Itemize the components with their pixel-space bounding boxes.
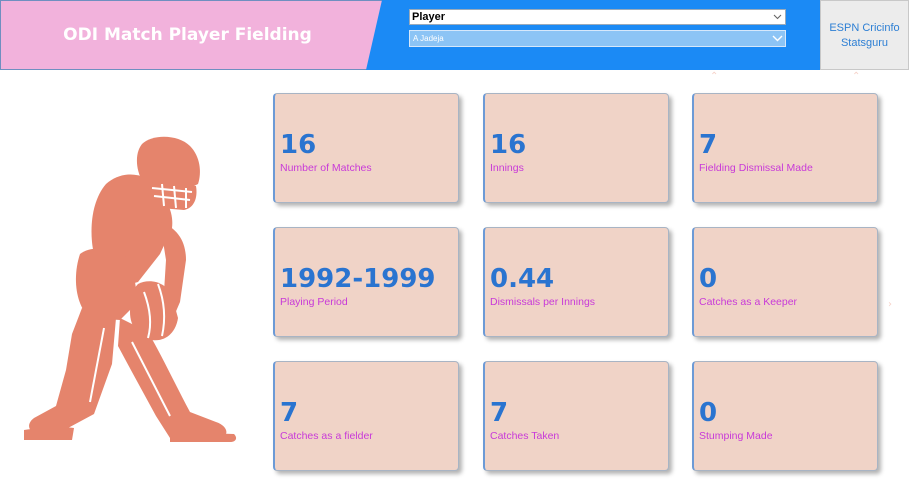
- kpi-label: Number of Matches: [280, 162, 372, 174]
- kpi-value: 0.44: [490, 264, 555, 294]
- decorative-mark: ⌃: [852, 71, 861, 82]
- kpi-value: 16: [490, 130, 527, 160]
- kpi-value: 16: [280, 130, 317, 160]
- kpi-label: Catches as a Keeper: [699, 296, 798, 308]
- link-line-2: Statsguru: [840, 37, 889, 49]
- kpi-card-catches-keeper: 0 Catches as a Keeper: [692, 227, 878, 337]
- player-select[interactable]: A Jadeja: [409, 30, 786, 47]
- kpi-card-matches: 16 Number of Matches: [273, 93, 459, 203]
- link-line-1: ESPN Cricinfo: [829, 22, 900, 34]
- field-select-value: Player: [412, 11, 446, 23]
- decorative-mark: ⌃: [710, 71, 719, 82]
- kpi-value: 1992-1999: [280, 264, 436, 294]
- kpi-label: Fielding Dismissal Made: [699, 162, 813, 174]
- kpi-card-stumpings: 0 Stumping Made: [692, 361, 878, 471]
- kpi-label: Catches Taken: [490, 430, 560, 442]
- kpi-value: 7: [699, 130, 718, 160]
- kpi-label: Catches as a fielder: [280, 430, 373, 442]
- player-select-value: A Jadeja: [413, 34, 444, 43]
- kpi-value: 0: [699, 264, 718, 294]
- kpi-card-catches-fielder: 7 Catches as a fielder: [273, 361, 459, 471]
- kpi-card-dismissals-per-innings: 0.44 Dismissals per Innings: [483, 227, 669, 337]
- kpi-card-playing-period: 1992-1999 Playing Period: [273, 227, 459, 337]
- kpi-value: 7: [490, 398, 509, 428]
- title-banner: ODI Match Player Fielding: [0, 0, 382, 70]
- kpi-label: Innings: [490, 162, 524, 174]
- kpi-value: 7: [280, 398, 299, 428]
- kpi-card-catches-taken: 7 Catches Taken: [483, 361, 669, 471]
- chevron-down-icon[interactable]: [769, 14, 785, 20]
- decorative-mark: ›: [888, 299, 892, 310]
- dashboard-page: ODI Match Player Fielding Player A Jadej…: [0, 0, 909, 484]
- espn-statsguru-link[interactable]: ESPN Cricinfo Statsguru: [820, 0, 909, 70]
- chevron-down-icon[interactable]: [769, 35, 785, 42]
- kpi-card-innings: 16 Innings: [483, 93, 669, 203]
- cricket-wicketkeeper-silhouette: [24, 136, 237, 442]
- page-title: ODI Match Player Fielding: [63, 25, 312, 45]
- kpi-value: 0: [699, 398, 718, 428]
- kpi-card-fielding-dismissals: 7 Fielding Dismissal Made: [692, 93, 878, 203]
- kpi-label: Dismissals per Innings: [490, 296, 596, 308]
- kpi-label: Playing Period: [280, 296, 348, 308]
- kpi-label: Stumping Made: [699, 430, 773, 442]
- field-select[interactable]: Player: [409, 9, 786, 25]
